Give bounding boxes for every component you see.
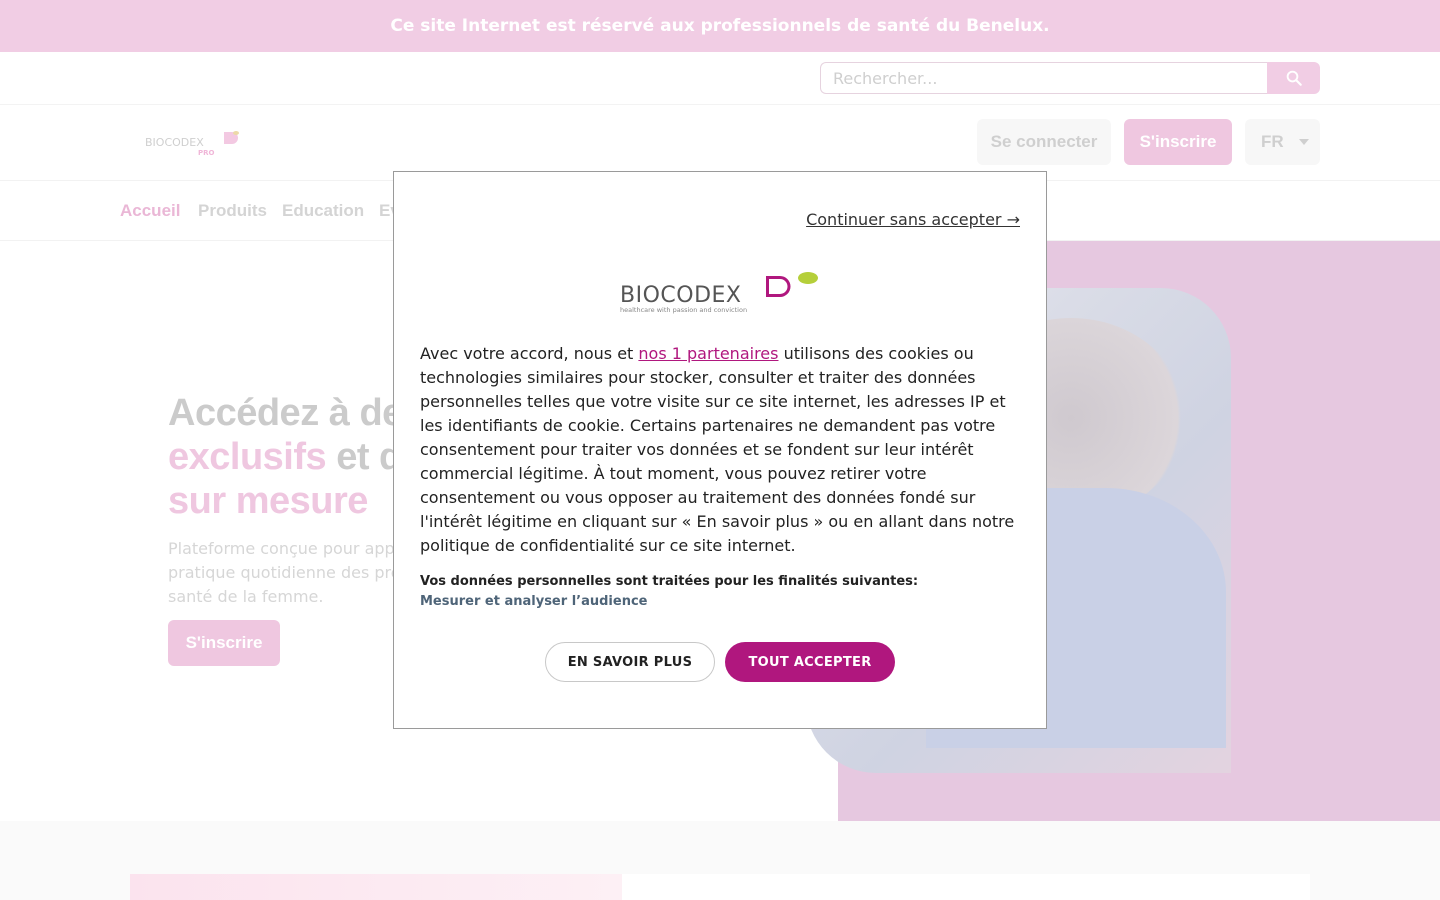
signup-button[interactable]: S'inscrire	[1124, 119, 1232, 165]
login-button[interactable]: Se connecter	[977, 119, 1111, 165]
content-card	[622, 874, 1310, 900]
biocodex-logo: BIOCODEX healthcare with passion and con…	[618, 270, 824, 318]
nav-item-education[interactable]: Education	[282, 201, 364, 221]
hero-signup-button[interactable]: S'inscrire	[168, 620, 280, 666]
nav-item-produits[interactable]: Produits	[198, 201, 267, 221]
content-card	[130, 874, 622, 900]
purposes-heading: Vos données personnelles sont traitées p…	[420, 574, 919, 589]
cookie-consent-dialog: Continuer sans accepter → BIOCODEX healt…	[393, 171, 1047, 729]
nav-item-accueil[interactable]: Accueil	[120, 201, 180, 221]
continue-without-accepting-link[interactable]: Continuer sans accepter →	[806, 210, 1020, 229]
accept-all-button[interactable]: TOUT ACCEPTER	[725, 642, 895, 682]
consent-description: Avec votre accord, nous et nos 1 partena…	[420, 344, 1015, 555]
svg-text:healthcare with passion and co: healthcare with passion and conviction	[620, 306, 747, 314]
professional-notice-banner: Ce site Internet est réservé aux profess…	[0, 0, 1440, 52]
biocodex-pro-logo[interactable]: BIOCODEX PRO	[144, 127, 244, 157]
search-bar-row	[0, 52, 1440, 105]
svg-text:PRO: PRO	[198, 149, 215, 157]
learn-more-button[interactable]: EN SAVOIR PLUS	[545, 642, 715, 682]
search-button[interactable]	[1267, 62, 1320, 94]
content-section	[0, 821, 1440, 900]
chevron-down-icon	[1298, 139, 1309, 145]
language-selector[interactable]: FR	[1245, 119, 1320, 165]
language-value: FR	[1261, 132, 1284, 151]
search-input[interactable]	[820, 62, 1268, 94]
svg-text:BIOCODEX: BIOCODEX	[620, 283, 742, 308]
professional-notice-text: Ce site Internet est réservé aux profess…	[390, 16, 1050, 36]
site-header: BIOCODEX PRO Se connecter S'inscrire FR	[0, 105, 1440, 181]
hero-title: Accédez à de exclusifs et de sur mesure	[168, 392, 423, 522]
partners-link[interactable]: nos 1 partenaires	[638, 344, 778, 363]
search-icon	[1286, 70, 1302, 86]
purpose-item: Mesurer et analyser l’audience	[420, 594, 648, 609]
hero-subtitle: Plateforme conçue pour appor pratique qu…	[168, 539, 417, 606]
svg-text:BIOCODEX: BIOCODEX	[145, 136, 204, 149]
